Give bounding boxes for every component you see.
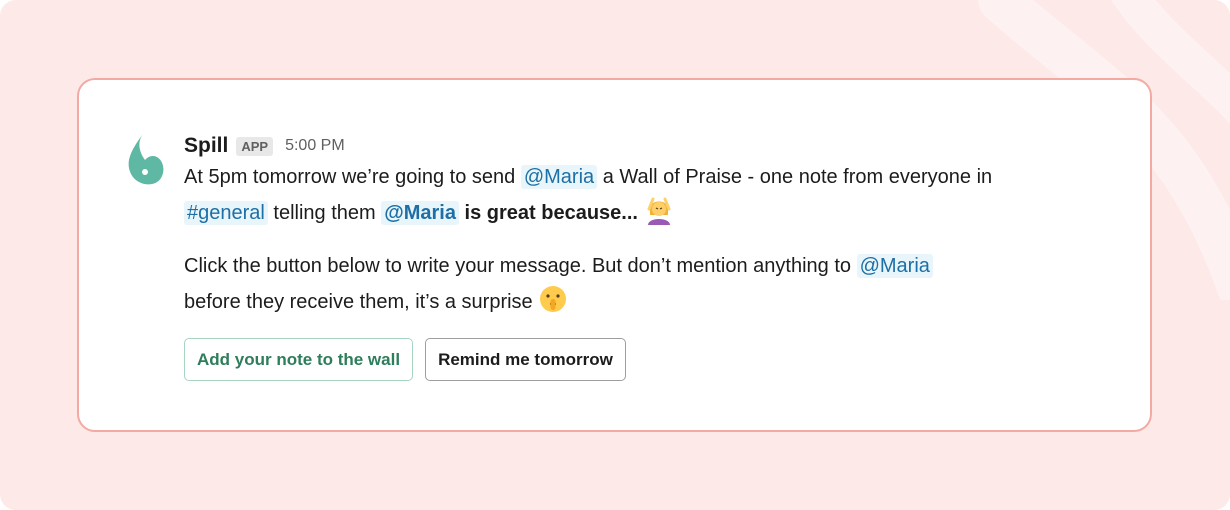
text-segment: At 5pm tomorrow we’re going to send (184, 166, 521, 188)
message-card: Spill APP 5:00 PM At 5pm tomorrow we’re … (77, 78, 1152, 432)
text-segment: a Wall of Praise - one note from everyon… (597, 166, 993, 188)
text-segment: telling them (267, 202, 382, 224)
text-segment: Click the button below to write your mes… (184, 255, 857, 277)
bold-text: is great because... (458, 202, 638, 224)
mention-maria-bold[interactable]: @Maria (381, 201, 459, 225)
text-segment: before they receive them, it’s a surpris… (184, 291, 539, 313)
remind-tomorrow-button[interactable]: Remind me tomorrow (425, 338, 626, 381)
action-buttons: Add your note to the wall Remind me tomo… (184, 338, 1124, 381)
mention-maria[interactable]: @Maria (520, 165, 598, 189)
spill-logo-avatar[interactable] (123, 132, 171, 192)
sender-name[interactable]: Spill (184, 134, 228, 158)
add-note-button[interactable]: Add your note to the wall (184, 338, 414, 381)
channel-general-link[interactable]: #general (184, 201, 268, 225)
message-paragraph-1: At 5pm tomorrow we’re going to send @Mar… (184, 160, 1124, 231)
message-paragraph-2: Click the button below to write your mes… (184, 249, 1124, 320)
app-badge: APP (236, 136, 274, 156)
timestamp[interactable]: 5:00 PM (285, 137, 345, 155)
woman-gesturing-ok-icon (647, 197, 671, 225)
message-content: Spill APP 5:00 PM At 5pm tomorrow we’re … (184, 132, 1124, 381)
mention-maria[interactable]: @Maria (856, 254, 933, 278)
message-header: Spill APP 5:00 PM (184, 132, 1124, 160)
page-background: Spill APP 5:00 PM At 5pm tomorrow we’re … (0, 0, 1230, 510)
shushing-face-icon (540, 286, 567, 312)
